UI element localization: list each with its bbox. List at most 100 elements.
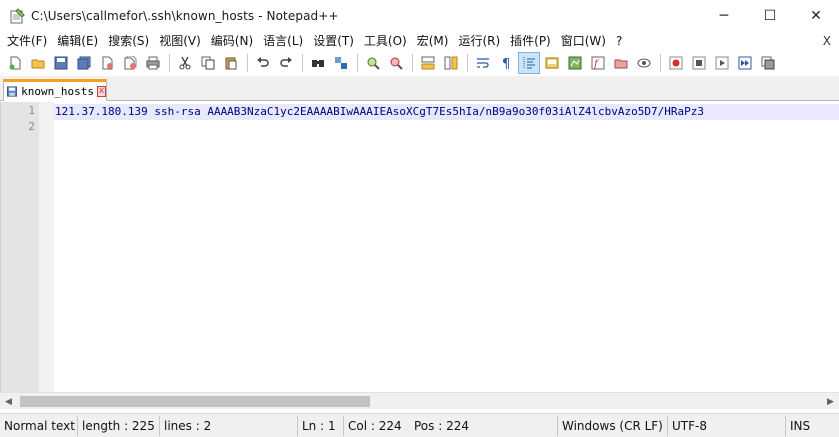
replace-button[interactable] bbox=[330, 52, 352, 74]
status-encoding: UTF-8 bbox=[668, 416, 786, 436]
paste-button[interactable] bbox=[220, 52, 242, 74]
cut-button[interactable] bbox=[174, 52, 196, 74]
record-macro-button[interactable] bbox=[665, 52, 687, 74]
copy-button[interactable] bbox=[197, 52, 219, 74]
window-title: C:\Users\callmefor\.ssh\known_hosts - No… bbox=[31, 8, 339, 23]
function-list-button[interactable]: f bbox=[587, 52, 609, 74]
toolbar-separator bbox=[412, 53, 413, 72]
sync-vertical-icon bbox=[421, 56, 435, 69]
print-icon bbox=[146, 56, 160, 69]
replace-icon bbox=[335, 56, 347, 69]
new-file-icon bbox=[9, 56, 21, 69]
redo-button[interactable] bbox=[275, 52, 297, 74]
paste-icon bbox=[225, 57, 237, 69]
scroll-right-arrow-icon[interactable]: ▶ bbox=[822, 393, 839, 410]
status-lines: lines : 2 bbox=[160, 416, 298, 436]
new-file-button[interactable] bbox=[4, 52, 26, 74]
udl-button[interactable] bbox=[541, 52, 563, 74]
status-col: Col : 224 bbox=[348, 419, 402, 433]
close-all-icon bbox=[124, 55, 137, 69]
maximize-button[interactable]: ☐ bbox=[747, 0, 793, 31]
scrollbar-thumb[interactable] bbox=[20, 396, 370, 407]
show-all-chars-icon: ¶ bbox=[502, 57, 510, 70]
save-all-button[interactable] bbox=[73, 52, 95, 74]
word-wrap-button[interactable] bbox=[472, 52, 494, 74]
cut-icon bbox=[179, 56, 191, 69]
zoom-in-button[interactable] bbox=[362, 52, 384, 74]
tab-label: known_hosts bbox=[21, 85, 94, 98]
status-bar: Normal text length : 225 lines : 2 Ln : … bbox=[0, 413, 839, 437]
menu-window[interactable]: 窗口(W) bbox=[556, 31, 611, 51]
scroll-left-arrow-icon[interactable]: ◀ bbox=[0, 393, 17, 410]
save-icon bbox=[54, 56, 68, 69]
close-window-button[interactable]: ✕ bbox=[793, 0, 839, 31]
status-eol: Windows (CR LF) bbox=[558, 416, 668, 436]
stop-macro-button[interactable] bbox=[688, 52, 710, 74]
line-number: 2 bbox=[28, 120, 35, 133]
tab-known-hosts[interactable]: known_hosts x bbox=[3, 79, 107, 101]
menu-tools[interactable]: 工具(O) bbox=[359, 31, 412, 51]
menu-edit[interactable]: 编辑(E) bbox=[52, 31, 103, 51]
menu-macro[interactable]: 宏(M) bbox=[412, 31, 454, 51]
status-pos: Pos : 224 bbox=[410, 416, 558, 436]
minimize-button[interactable]: ─ bbox=[701, 0, 747, 31]
folder-workspace-icon bbox=[614, 59, 628, 68]
zoom-in-icon bbox=[367, 57, 380, 70]
sync-horizontal-button[interactable] bbox=[440, 52, 462, 74]
close-icon bbox=[102, 56, 113, 69]
close-file-button[interactable] bbox=[96, 52, 118, 74]
sync-vertical-button[interactable] bbox=[417, 52, 439, 74]
toolbar-separator bbox=[357, 53, 358, 72]
status-ln: Ln : 1 bbox=[298, 416, 344, 436]
menu-encoding[interactable]: 编码(N) bbox=[206, 31, 258, 51]
tab-close-icon[interactable]: x bbox=[96, 86, 106, 97]
folder-workspace-button[interactable] bbox=[610, 52, 632, 74]
find-icon bbox=[312, 59, 324, 67]
menu-run[interactable]: 运行(R) bbox=[453, 31, 505, 51]
indent-guide-icon bbox=[523, 56, 535, 69]
run-macro-multiple-button[interactable] bbox=[734, 52, 756, 74]
monitor-icon bbox=[637, 58, 651, 67]
find-button[interactable] bbox=[307, 52, 329, 74]
toolbar-separator bbox=[467, 53, 468, 72]
fold-margin bbox=[39, 102, 54, 392]
save-button[interactable] bbox=[50, 52, 72, 74]
notepad-app-icon bbox=[9, 7, 25, 24]
indent-guide-button[interactable] bbox=[518, 51, 540, 74]
menu-plugins[interactable]: 插件(P) bbox=[505, 31, 556, 51]
title-bar: C:\Users\callmefor\.ssh\known_hosts - No… bbox=[0, 0, 839, 31]
close-all-button[interactable] bbox=[119, 52, 141, 74]
horizontal-scrollbar[interactable]: ◀ ▶ bbox=[0, 392, 839, 409]
play-macro-button[interactable] bbox=[711, 52, 733, 74]
doc-map-icon bbox=[568, 56, 582, 69]
monitor-button[interactable] bbox=[633, 52, 655, 74]
code-line[interactable]: 121.37.180.139 ssh-rsa AAAAB3NzaC1yc2EAA… bbox=[54, 104, 839, 120]
menu-search[interactable]: 搜索(S) bbox=[103, 31, 154, 51]
menu-language[interactable]: 语言(L) bbox=[258, 31, 308, 51]
toolbar-separator bbox=[302, 53, 303, 72]
save-all-icon bbox=[77, 56, 91, 69]
word-wrap-icon bbox=[477, 57, 489, 68]
run-macro-multiple-icon bbox=[738, 56, 752, 69]
close-document-x[interactable]: X bbox=[823, 31, 831, 51]
menu-file[interactable]: 文件(F) bbox=[0, 31, 52, 51]
code-area[interactable]: 121.37.180.139 ssh-rsa AAAAB3NzaC1yc2EAA… bbox=[54, 102, 839, 392]
zoom-out-button[interactable] bbox=[385, 52, 407, 74]
line-number-gutter: 1 2 bbox=[1, 102, 39, 392]
save-macro-icon bbox=[761, 56, 775, 69]
toolbar-separator bbox=[247, 53, 248, 72]
editor[interactable]: 1 2 121.37.180.139 ssh-rsa AAAAB3NzaC1yc… bbox=[0, 102, 839, 392]
menu-view[interactable]: 视图(V) bbox=[154, 31, 206, 51]
record-macro-icon bbox=[669, 56, 683, 69]
menu-settings[interactable]: 设置(T) bbox=[308, 31, 359, 51]
save-macro-button[interactable] bbox=[757, 52, 779, 74]
copy-icon bbox=[201, 56, 215, 69]
undo-button[interactable] bbox=[252, 52, 274, 74]
print-button[interactable] bbox=[142, 52, 164, 74]
open-file-button[interactable] bbox=[27, 52, 49, 74]
function-list-icon: f bbox=[591, 56, 605, 70]
show-all-chars-button[interactable]: ¶ bbox=[495, 52, 517, 74]
code-line[interactable] bbox=[54, 120, 839, 136]
menu-help[interactable]: ? bbox=[611, 31, 627, 51]
doc-map-button[interactable] bbox=[564, 52, 586, 74]
